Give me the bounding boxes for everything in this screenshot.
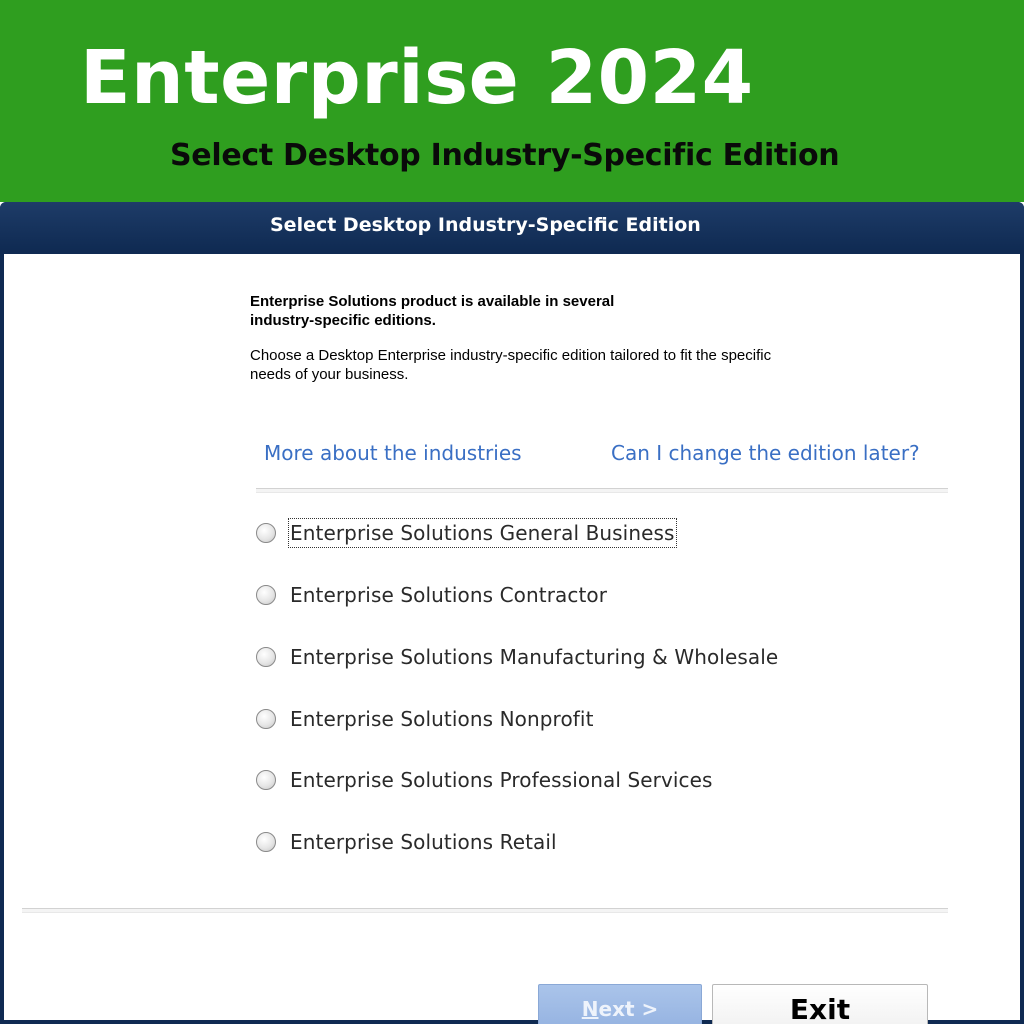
banner-subtitle: Select Desktop Industry-Specific Edition — [170, 138, 840, 173]
option-professional-services[interactable]: Enterprise Solutions Professional Servic… — [256, 765, 715, 795]
edition-dialog: Select Desktop Industry-Specific Edition… — [0, 202, 1024, 1024]
bottom-divider — [22, 908, 948, 913]
next-mnemonic: N — [581, 997, 599, 1021]
top-divider — [256, 488, 948, 493]
option-label[interactable]: Enterprise Solutions Nonprofit — [288, 705, 596, 733]
next-button[interactable]: Next > — [538, 984, 702, 1024]
intro-heading: Enterprise Solutions product is availabl… — [250, 293, 615, 329]
dialog-title-bar: Select Desktop Industry-Specific Edition — [0, 202, 1024, 252]
more-about-industries-link[interactable]: More about the industries — [264, 440, 522, 466]
next-label: ext > — [598, 997, 659, 1021]
dialog-title: Select Desktop Industry-Specific Edition — [270, 214, 701, 236]
promo-banner: Enterprise 2024 Select Desktop Industry-… — [0, 0, 1024, 202]
radio-button[interactable] — [256, 832, 276, 852]
option-label[interactable]: Enterprise Solutions Professional Servic… — [288, 766, 715, 794]
option-contractor[interactable]: Enterprise Solutions Contractor — [256, 580, 609, 610]
banner-title: Enterprise 2024 — [80, 35, 754, 121]
radio-button[interactable] — [256, 709, 276, 729]
radio-button[interactable] — [256, 523, 276, 543]
radio-button[interactable] — [256, 770, 276, 790]
change-edition-later-link[interactable]: Can I change the edition later? — [611, 440, 920, 466]
dialog-body: Enterprise Solutions product is availabl… — [4, 254, 1020, 1024]
radio-button[interactable] — [256, 585, 276, 605]
exit-button[interactable]: Exit — [712, 984, 928, 1024]
option-label[interactable]: Enterprise Solutions Contractor — [288, 581, 609, 609]
intro-description: Choose a Desktop Enterprise industry-spe… — [250, 347, 772, 383]
option-manufacturing-wholesale[interactable]: Enterprise Solutions Manufacturing & Who… — [256, 642, 780, 672]
option-general-business[interactable]: Enterprise Solutions General Business — [256, 518, 677, 548]
option-retail[interactable]: Enterprise Solutions Retail — [256, 827, 559, 857]
option-label[interactable]: Enterprise Solutions General Business — [288, 518, 677, 548]
radio-button[interactable] — [256, 647, 276, 667]
option-label[interactable]: Enterprise Solutions Manufacturing & Who… — [288, 643, 780, 671]
option-label[interactable]: Enterprise Solutions Retail — [288, 828, 559, 856]
option-nonprofit[interactable]: Enterprise Solutions Nonprofit — [256, 704, 596, 734]
